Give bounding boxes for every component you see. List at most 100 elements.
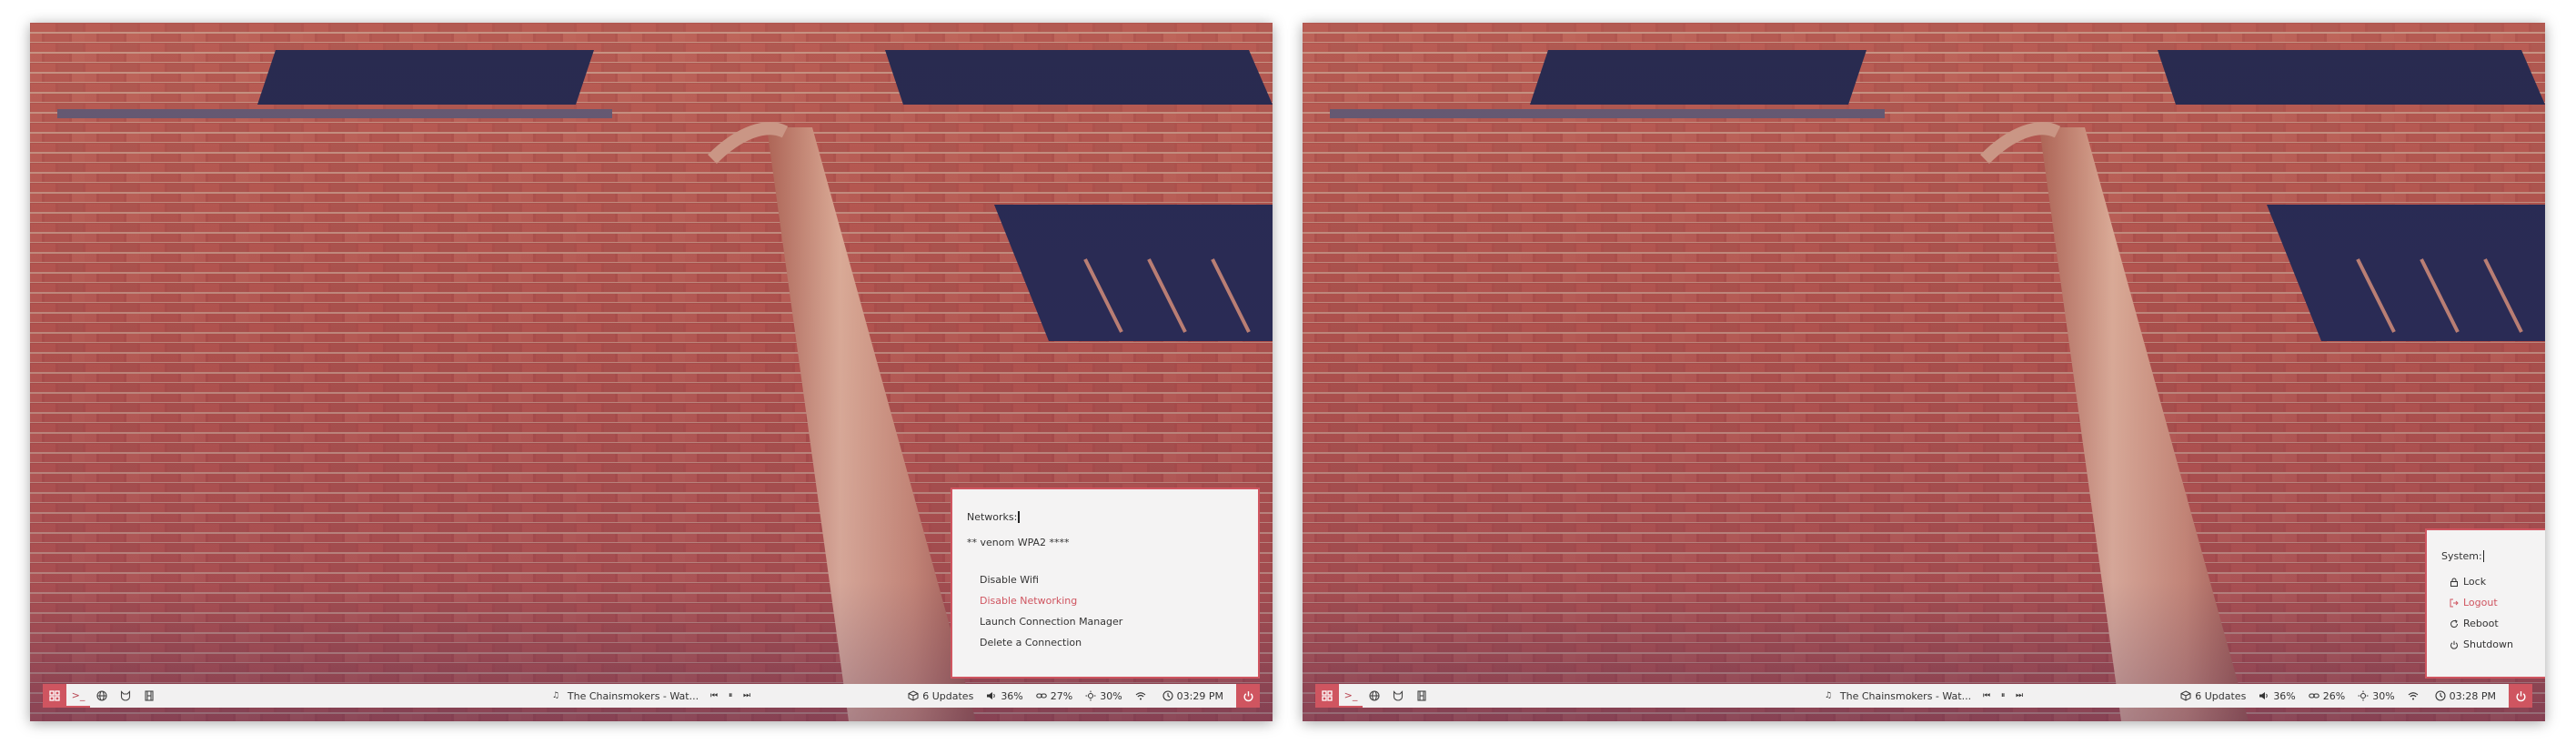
volume-module[interactable]: 36% — [2259, 689, 2296, 702]
brightness-module[interactable]: 30% — [1085, 690, 1122, 702]
grid-icon — [49, 690, 60, 701]
terminal-icon: >_ — [71, 689, 86, 701]
prompt-label: System: — [2441, 550, 2482, 562]
screen-left: Networks: ** venom WPA2 **** Disable Wif… — [30, 23, 1273, 721]
clock-time: 03:29 PM — [1176, 689, 1223, 702]
pause-icon[interactable]: ⏸ — [725, 690, 736, 701]
updates-count: 6 Updates — [922, 689, 974, 702]
grid-icon — [1322, 690, 1333, 701]
menu-item-disable-wifi[interactable]: Disable Wifi — [980, 574, 1039, 586]
workspace-cat[interactable] — [114, 684, 137, 708]
clock-icon — [2435, 690, 2446, 701]
brightness-module[interactable]: 30% — [2358, 689, 2395, 702]
current-network: ** venom WPA2 **** — [967, 537, 1070, 548]
clock-time: 03:28 PM — [2449, 689, 2496, 702]
clock-module[interactable]: 03:28 PM — [2435, 690, 2496, 702]
workspace-browser[interactable] — [90, 684, 114, 708]
speaker-icon — [986, 690, 997, 701]
menu-item-label: Lock — [2463, 576, 2487, 588]
media-title[interactable]: The Chainsmokers - Wat... — [1840, 690, 1971, 702]
brightness-level: 30% — [1100, 689, 1122, 702]
text-caret — [2482, 550, 2485, 562]
network-percent: 27% — [1050, 689, 1073, 702]
updates-module[interactable]: 6 Updates — [2180, 690, 2246, 702]
status-modules: 6 Updates 36% 26% 30% 03:28 PM — [2180, 684, 2532, 708]
wifi-module[interactable] — [2408, 690, 2422, 701]
volume-level: 36% — [1001, 689, 1023, 702]
menu-item-logout[interactable]: Logout — [2449, 597, 2498, 608]
link-icon — [2309, 690, 2319, 701]
status-bar: >_ ♫ The Chainsmokers - Wat... ⏮ ⏸ ⏭ 6 U… — [43, 684, 1260, 708]
cat-icon — [120, 690, 131, 701]
workspace-terminal[interactable]: >_ — [1339, 684, 1363, 708]
film-icon — [145, 690, 154, 701]
power-icon — [2449, 639, 2459, 649]
music-note-icon: ♫ — [551, 691, 559, 700]
volume-module[interactable]: 36% — [986, 689, 1023, 702]
package-icon — [2180, 690, 2191, 701]
film-icon — [1417, 690, 1426, 701]
cat-icon — [1393, 690, 1404, 701]
menu-prompt[interactable]: Networks: — [967, 511, 1020, 523]
menu-item-label: Logout — [2463, 597, 2498, 608]
workspace-media[interactable] — [1410, 684, 1434, 708]
brightness-icon — [2358, 690, 2369, 701]
network-percent: 26% — [2322, 689, 2346, 702]
brightness-icon — [1085, 690, 1096, 701]
pause-icon[interactable]: ⏸ — [1997, 690, 2008, 701]
previous-icon[interactable]: ⏮ — [1981, 690, 1992, 701]
wifi-icon — [2408, 690, 2419, 701]
workspace-grid[interactable] — [1315, 684, 1339, 708]
menu-item-label: Shutdown — [2463, 638, 2513, 650]
wallpaper — [1303, 23, 2545, 721]
menu-item-shutdown[interactable]: Shutdown — [2449, 638, 2513, 650]
menu-item-launch-connection-manager[interactable]: Launch Connection Manager — [980, 616, 1122, 628]
globe-icon — [1369, 690, 1380, 701]
workspaces: >_ — [1315, 684, 1434, 708]
volume-level: 36% — [2273, 689, 2296, 702]
lock-icon — [2449, 577, 2459, 587]
power-icon — [2516, 690, 2525, 701]
next-icon[interactable]: ⏭ — [741, 690, 752, 701]
workspace-terminal[interactable]: >_ — [66, 684, 90, 708]
menu-prompt[interactable]: System: — [2441, 550, 2485, 562]
text-caret — [1018, 511, 1020, 523]
menu-item-reboot[interactable]: Reboot — [2449, 618, 2499, 629]
clock-module[interactable]: 03:29 PM — [1162, 690, 1223, 702]
prompt-label: Networks: — [967, 511, 1018, 523]
menu-item-disable-networking[interactable]: Disable Networking — [980, 595, 1077, 607]
system-menu: System: Lock Logout Reboot Shutdown — [2425, 528, 2545, 679]
workspace-media[interactable] — [137, 684, 161, 708]
menu-item-lock[interactable]: Lock — [2449, 576, 2486, 588]
menu-item-label: Reboot — [2463, 618, 2499, 629]
workspace-grid[interactable] — [43, 684, 66, 708]
power-button[interactable] — [2509, 684, 2532, 708]
workspace-browser[interactable] — [1363, 684, 1386, 708]
media-title[interactable]: The Chainsmokers - Wat... — [568, 690, 699, 702]
logout-icon — [2449, 598, 2459, 608]
workspaces: >_ — [43, 684, 161, 708]
status-bar: >_ ♫ The Chainsmokers - Wat... ⏮ ⏸ ⏭ 6 U… — [1315, 684, 2532, 708]
networks-menu: Networks: ** venom WPA2 **** Disable Wif… — [951, 488, 1260, 679]
wifi-module[interactable] — [1135, 690, 1150, 701]
power-icon — [1243, 690, 1253, 701]
next-icon[interactable]: ⏭ — [2014, 690, 2025, 701]
link-icon — [1036, 690, 1047, 701]
brightness-level: 30% — [2372, 689, 2395, 702]
updates-count: 6 Updates — [2195, 689, 2247, 702]
menu-item-delete-connection[interactable]: Delete a Connection — [980, 637, 1082, 648]
previous-icon[interactable]: ⏮ — [709, 690, 719, 701]
speaker-icon — [2259, 690, 2269, 701]
wifi-icon — [1135, 690, 1146, 701]
music-note-icon: ♫ — [1824, 691, 1832, 700]
power-button[interactable] — [1236, 684, 1260, 708]
status-modules: 6 Updates 36% 27% 30% 03:29 PM — [908, 684, 1260, 708]
clock-icon — [1162, 690, 1173, 701]
workspace-cat[interactable] — [1386, 684, 1410, 708]
network-traffic-module[interactable]: 26% — [2309, 690, 2345, 702]
globe-icon — [96, 690, 107, 701]
screen-right: System: Lock Logout Reboot Shutdown >_ ♫… — [1303, 23, 2545, 721]
terminal-icon: >_ — [1343, 689, 1358, 701]
updates-module[interactable]: 6 Updates — [908, 690, 973, 702]
network-traffic-module[interactable]: 27% — [1036, 690, 1072, 702]
